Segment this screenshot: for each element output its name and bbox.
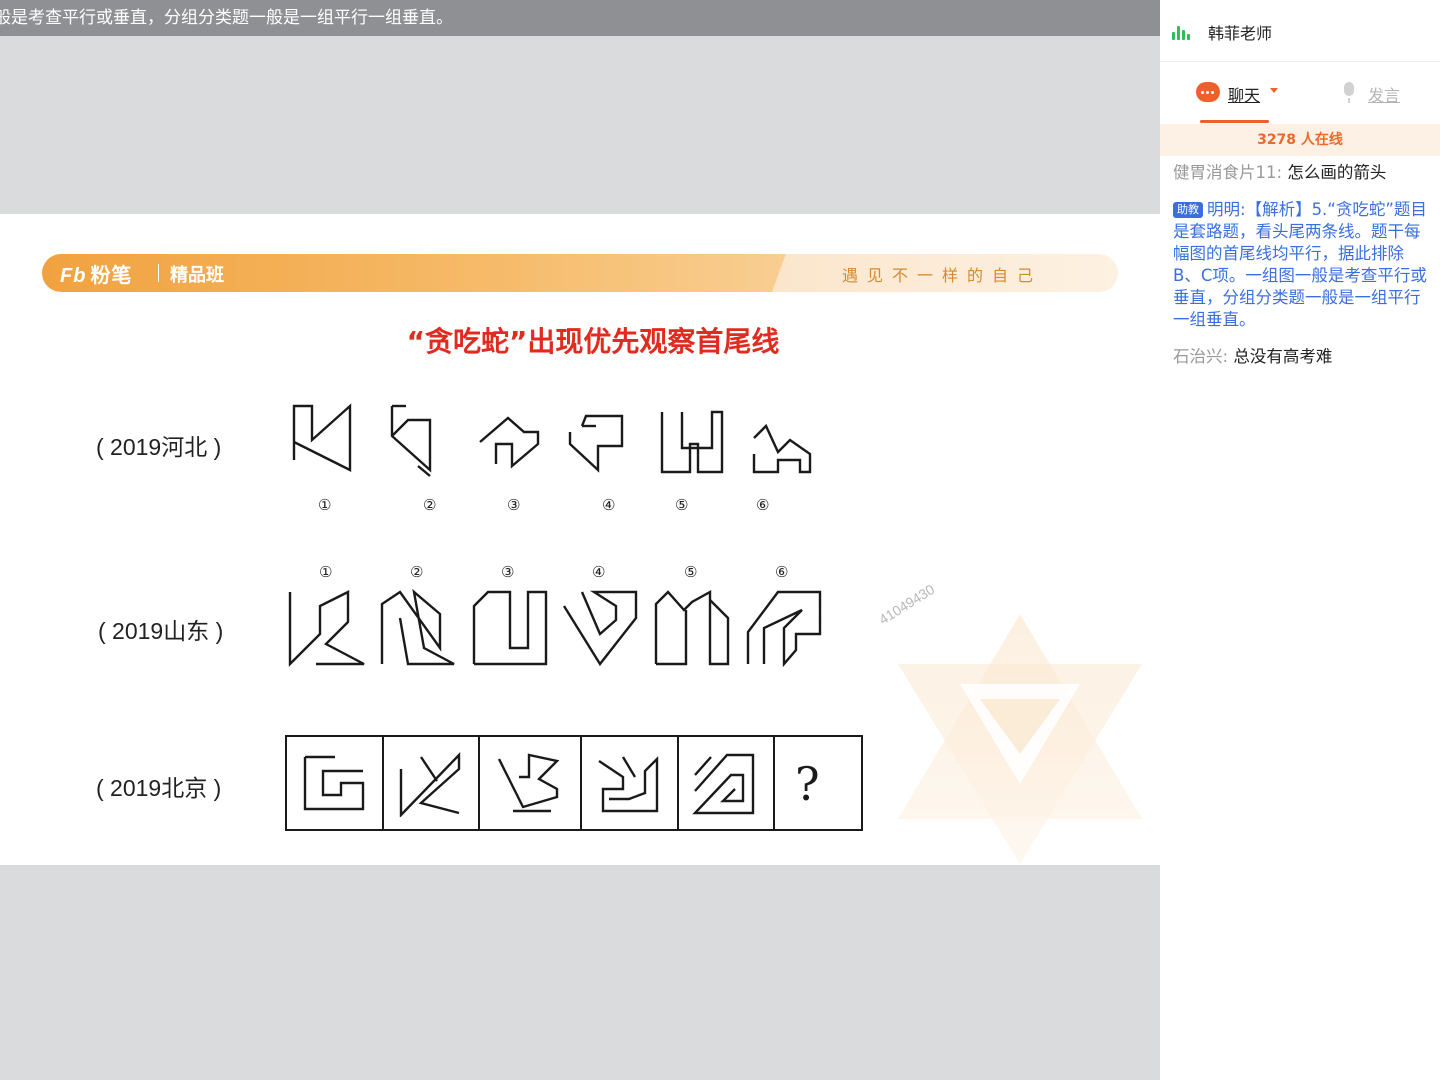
shandong-num-5: ⑤: [684, 563, 698, 581]
audio-level-icon: [1172, 24, 1196, 40]
teacher-name: 韩菲老师: [1208, 24, 1273, 43]
header-divider: [158, 264, 159, 282]
chat-panel: 韩菲老师 聊天 发言 3278 人在线 健胃消食片11: 怎么画的箭头 助教 明明…: [1160, 0, 1440, 1080]
chat-message: 石治兴: 总没有高考难: [1173, 346, 1431, 368]
message-sender: 石治兴:: [1173, 347, 1229, 366]
shandong-num-2: ②: [410, 563, 424, 581]
beijing-figure-strip: ?: [285, 735, 863, 831]
beijing-figure-4: [598, 756, 659, 813]
message-text: 怎么画的箭头: [1287, 163, 1387, 182]
header-slogan: 遇见不一样的自己: [842, 266, 1043, 285]
assistant-badge: 助教: [1173, 202, 1203, 218]
slide-title-text: “贪吃蛇”出现优先观察首尾线: [406, 325, 780, 358]
logo-mark: Fb: [60, 265, 87, 287]
lecture-slide: Fb 粉笔 精品班 遇见不一样的自己 “贪吃蛇”出现优先观察首尾线 ( 2019河…: [0, 214, 1160, 865]
banner-text: 般是考查平行或垂直，分组分类题一般是一组平行一组垂直。: [0, 8, 453, 28]
hebei-num-6: ⑥: [756, 496, 770, 514]
shandong-figure-2: [380, 588, 455, 666]
chat-bubble-icon: [1196, 82, 1220, 102]
chat-message-list[interactable]: 健胃消食片11: 怎么画的箭头 助教 明明:【解析】5.“贪吃蛇”题目是套路题，看…: [1173, 162, 1431, 383]
message-text: 【解析】5.“贪吃蛇”题目是套路题，看头尾两条线。题干每幅图的首尾线均平行，据此…: [1173, 200, 1427, 329]
row-label-shandong: ( 2019山东 ): [98, 618, 224, 644]
question-mark: ?: [795, 757, 820, 811]
course-name: 精品班: [170, 265, 224, 286]
tab-speak-label: 发言: [1368, 86, 1401, 105]
message-sender: 健胃消食片11:: [1173, 163, 1283, 182]
message-text: 总没有高考难: [1233, 347, 1333, 366]
tab-chat[interactable]: 聊天: [1196, 82, 1316, 122]
hebei-figure-1: [292, 403, 352, 472]
stage-area: 般是考查平行或垂直，分组分类题一般是一组平行一组垂直。 Fb 粉笔 精品班 遇见…: [0, 0, 1160, 1080]
chat-message-assistant: 助教 明明:【解析】5.“贪吃蛇”题目是套路题，看头尾两条线。题干每幅图的首尾线均…: [1173, 199, 1431, 331]
shandong-figure-1: [288, 590, 365, 667]
hebei-num-2: ②: [423, 496, 437, 514]
hebei-num-5: ⑤: [675, 496, 689, 514]
hebei-figure-5: [660, 410, 724, 474]
tab-chat-label: 聊天: [1228, 86, 1261, 105]
active-tab-indicator: [1200, 120, 1269, 123]
shandong-num-3: ③: [501, 563, 515, 581]
shandong-figure-3: [472, 590, 548, 666]
caret-down-icon[interactable]: [1270, 88, 1278, 93]
beijing-figure-1: [303, 755, 365, 811]
chat-message: 健胃消食片11: 怎么画的箭头: [1173, 162, 1431, 184]
shandong-figure-4: [562, 590, 638, 667]
top-subtitle-banner: 般是考查平行或垂直，分组分类题一般是一组平行一组垂直。: [0, 0, 1160, 36]
hebei-figure-2: [390, 404, 432, 477]
hebei-num-1: ①: [318, 496, 332, 514]
online-count: 3278 人在线: [1160, 124, 1440, 156]
teacher-bar: 韩菲老师: [1160, 0, 1440, 62]
logo-text: 粉笔: [90, 265, 133, 287]
hebei-figure-4: [568, 414, 624, 473]
beijing-figure-2: [399, 752, 461, 817]
hebei-num-3: ③: [507, 496, 521, 514]
microphone-icon: [1340, 82, 1358, 104]
slide-title: “贪吃蛇”出现优先观察首尾线: [0, 320, 1160, 360]
row-label-hebei: ( 2019河北 ): [96, 434, 222, 460]
shandong-num-1: ①: [319, 563, 333, 581]
shandong-num-4: ④: [592, 563, 606, 581]
row-label-beijing: ( 2019北京 ): [96, 775, 222, 801]
hebei-figure-6: [752, 423, 812, 474]
hebei-figure-3: [479, 416, 540, 469]
shandong-num-6: ⑥: [775, 563, 789, 581]
fenbi-logo: Fb 粉笔: [60, 259, 132, 288]
slide-header-bar: Fb 粉笔 精品班 遇见不一样的自己: [42, 254, 1118, 292]
hebei-num-4: ④: [602, 496, 616, 514]
shandong-figure-6: [746, 590, 822, 668]
message-sender: 明明:: [1207, 200, 1246, 219]
panel-tabs: 聊天 发言: [1160, 62, 1440, 124]
shandong-figure-5: [654, 589, 730, 666]
tab-speak[interactable]: 发言: [1340, 82, 1420, 106]
decorative-star-emblem: [880, 604, 1160, 865]
beijing-figure-3: [497, 753, 560, 813]
header-orange-band: [42, 254, 802, 292]
beijing-figure-5: [692, 753, 755, 815]
